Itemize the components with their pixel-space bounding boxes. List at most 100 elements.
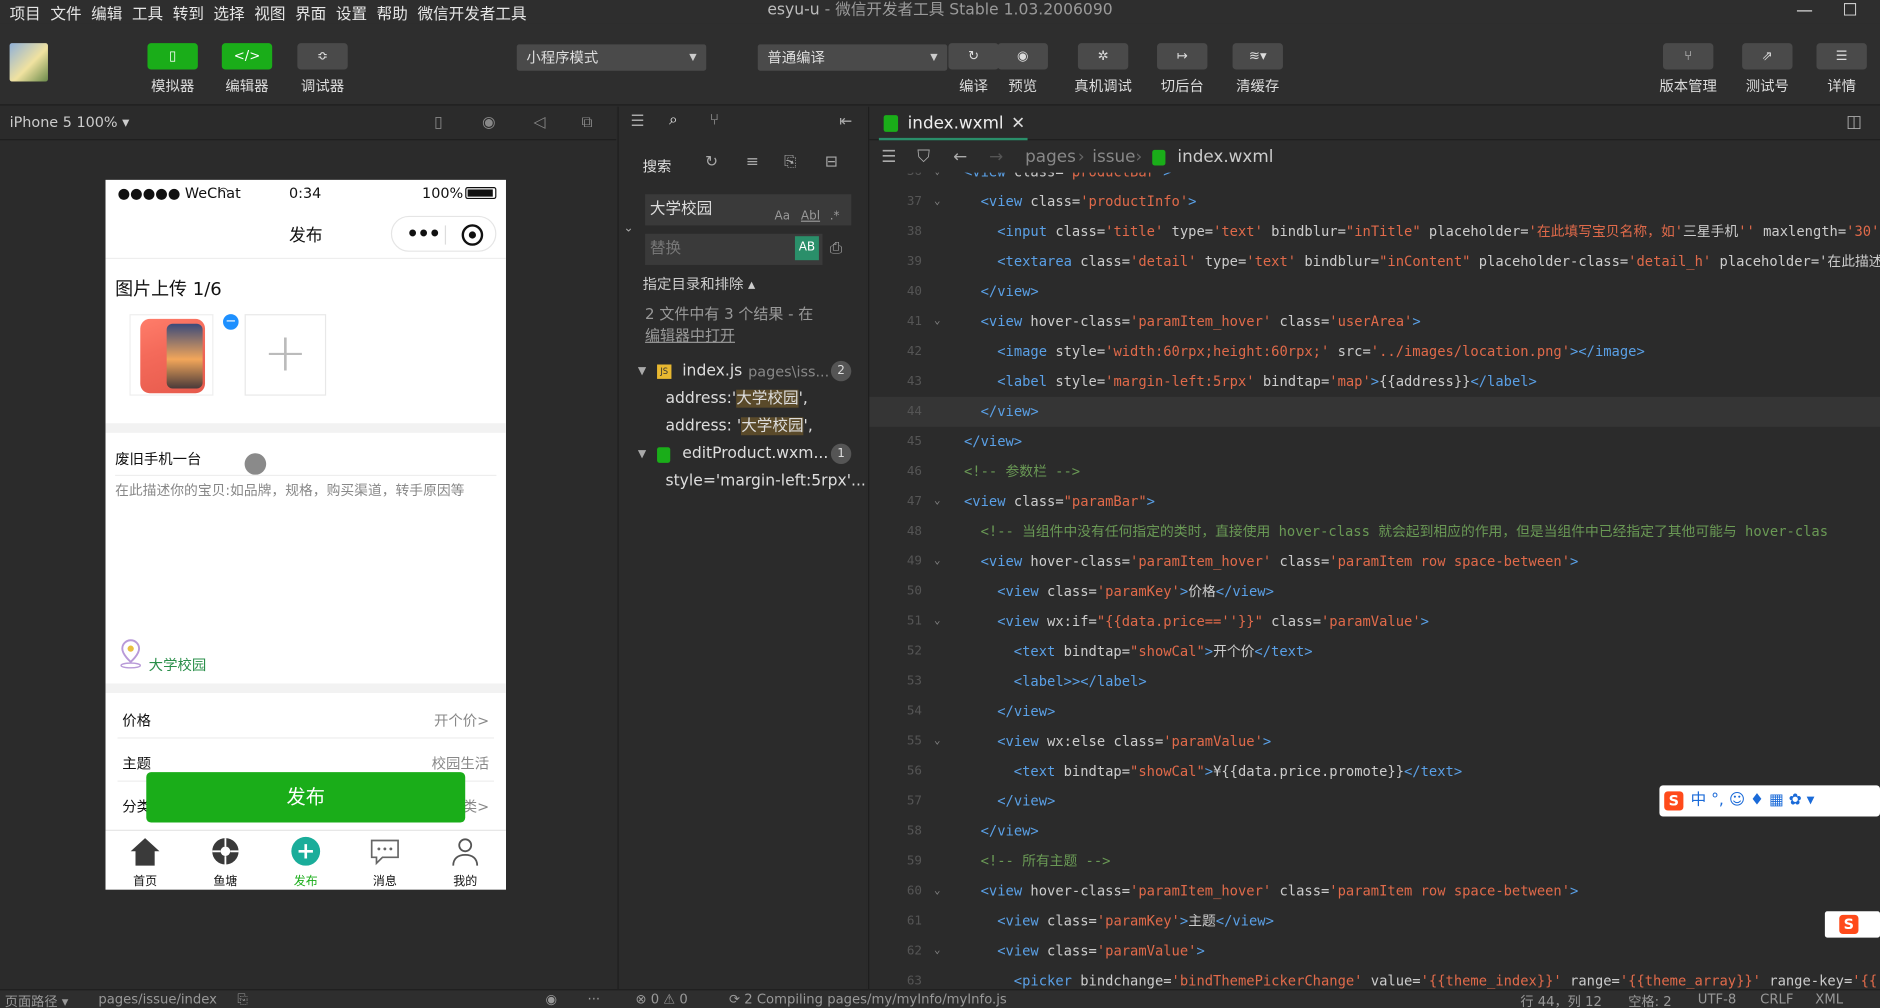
collapse-panel-icon[interactable]: ⇤ (839, 113, 852, 131)
back-icon[interactable]: ← (953, 141, 967, 172)
language-mode[interactable]: XML (1815, 992, 1843, 1008)
code-line[interactable]: 38 <input class='title' type='text' bind… (869, 217, 1880, 247)
location-icon[interactable] (118, 638, 144, 669)
code-line[interactable]: 52 <text bindtap="showCal">开个价</text> (869, 637, 1880, 667)
problems-indicator[interactable]: ⊗ 0 ⚠ 0 (635, 992, 687, 1008)
detach-icon[interactable]: ⧉ (582, 114, 593, 132)
encoding[interactable]: UTF-8 (1698, 992, 1736, 1008)
tab-mine[interactable]: 我的 (429, 836, 501, 888)
code-line[interactable]: 48 <!-- 当组件中没有任何指定的类时，直接使用 hover-class 就… (869, 517, 1880, 547)
open-in-editor-link[interactable]: 编辑器中打开 (645, 326, 735, 344)
line-ending[interactable]: CRLF (1760, 992, 1793, 1008)
menu-item[interactable]: 视图 (245, 1, 285, 23)
clear-cache-button[interactable]: ≋▾ 清缓存 (1229, 43, 1287, 96)
result-file-editproduct[interactable]: ▼ editProduct.wxm... 1 (619, 441, 868, 467)
menu-item[interactable]: 帮助 (367, 1, 408, 23)
category-value[interactable]: 类> (463, 796, 489, 816)
clear-results-icon[interactable]: ≡ (746, 153, 759, 171)
phone-icon[interactable]: ▯ (434, 114, 443, 132)
background-button[interactable]: ↦ 切后台 (1153, 43, 1211, 96)
code-line[interactable]: 61 <view class='paramKey'>主题</view> (869, 906, 1880, 936)
mode-select[interactable]: 小程序模式 ▼ (516, 44, 707, 71)
fold-icon[interactable]: ⌄ (934, 936, 941, 966)
menu-item[interactable]: 工具 (122, 1, 163, 23)
code-line[interactable]: 40 </view> (869, 277, 1880, 307)
collapse-all-icon[interactable]: ⊟ (825, 153, 838, 171)
match-line[interactable]: style='margin-left:5rpx'... (619, 469, 868, 495)
code-line[interactable]: 43 <label style='margin-left:5rpx' bindt… (869, 367, 1880, 397)
more-icon[interactable]: ··· (588, 992, 601, 1008)
remove-icon[interactable]: − (223, 314, 239, 330)
code-line[interactable]: 63 <picker bindchange='bindThemePickerCh… (869, 966, 1880, 989)
code-line[interactable]: 42 <image style='width:60rpx;height:60rp… (869, 337, 1880, 367)
code-line[interactable]: 56 <text bindtap="showCal">¥{{data.price… (869, 757, 1880, 787)
ime-mini-bar[interactable]: S (1824, 911, 1880, 938)
fold-icon[interactable]: ⌄ (934, 727, 941, 757)
fold-icon[interactable]: ⌄ (934, 876, 941, 906)
tab-home[interactable]: 首页 (109, 836, 181, 888)
fold-icon[interactable]: ⌄ (934, 607, 941, 637)
fold-icon[interactable]: ⌄ (934, 487, 941, 517)
price-row[interactable]: 价格 开个价> (106, 695, 506, 739)
code-line[interactable]: 54 </view> (869, 697, 1880, 727)
match-line[interactable]: address:'大学校园', (619, 386, 868, 412)
version-button[interactable]: ⑂ 版本管理 (1655, 43, 1722, 96)
minimize-icon[interactable]: — (1787, 0, 1823, 24)
crumb-file[interactable]: index.wxml (1177, 141, 1273, 172)
capsule-menu[interactable]: ••• (390, 215, 497, 252)
tab-messages[interactable]: 消息 (349, 836, 421, 888)
code-line[interactable]: 37 ⌄ <view class='productInfo'> (869, 187, 1880, 217)
code-line[interactable]: 60 ⌄ <view hover-class='paramItem_hover' … (869, 876, 1880, 906)
fold-icon[interactable]: ⌄ (934, 187, 941, 217)
menu-item[interactable]: 微信开发者工具 (408, 1, 526, 23)
replace-all-icon[interactable]: ⎙ (830, 240, 842, 258)
test-id-button[interactable]: ⇗ 测试号 (1739, 43, 1797, 96)
code-line[interactable]: 41 ⌄ <view hover-class='paramItem_hover' … (869, 307, 1880, 337)
code-line[interactable]: 58 </view> (869, 817, 1880, 847)
code-line[interactable]: 55 ⌄ <view wx:else class='paramValue'> (869, 727, 1880, 757)
search-input[interactable]: 大学校园 Aa Abl .* (645, 194, 852, 226)
whole-word-toggle[interactable]: Abl (801, 201, 820, 232)
record-icon[interactable]: ◉ (482, 114, 496, 132)
filter-toggle[interactable]: 指定目录和排除 ▴ (643, 273, 756, 293)
code-line[interactable]: 59 <!-- 所有主题 --> (869, 846, 1880, 876)
location-label[interactable]: 大学校园 (149, 655, 207, 675)
editor-button[interactable]: </> 编辑器 (218, 43, 276, 96)
search-icon[interactable]: ⌕ (669, 112, 678, 130)
branch-icon[interactable]: ⑂ (710, 112, 719, 130)
tab-index-wxml[interactable]: index.wxml ✕ (878, 107, 1028, 141)
maximize-icon[interactable]: ☐ (1832, 0, 1868, 24)
code-line[interactable]: 53 <label>></label> (869, 667, 1880, 697)
close-icon[interactable]: ✕ (1011, 107, 1025, 141)
menu-item[interactable]: 选择 (204, 1, 245, 23)
fold-icon[interactable]: ⌄ (934, 547, 941, 577)
match-line[interactable]: address: '大学校园', (619, 414, 868, 440)
refresh-icon[interactable]: ↻ (705, 153, 718, 171)
code-line[interactable]: 45 </view> (869, 427, 1880, 457)
ime-toolbar[interactable]: S 中 °, ☺ ♦ ▦ ✿ ▾ (1659, 785, 1880, 817)
code-area[interactable]: 36 ⌄ <view class='productBar'> 37 ⌄ <view cl… (869, 173, 1880, 989)
real-debug-button[interactable]: ✲ 真机调试 (1074, 43, 1132, 96)
result-file-index-js[interactable]: ▼ JS index.js pages\iss... 2 (619, 359, 868, 385)
publish-button[interactable]: 发布 (146, 772, 466, 823)
bookmark-icon[interactable]: ⛉ (917, 141, 930, 172)
outline-icon[interactable]: ☰ (881, 141, 896, 172)
code-line[interactable]: 44 </view> (869, 396, 1880, 427)
split-editor-icon[interactable]: ◫ (1846, 113, 1862, 132)
explorer-icon[interactable]: ☰ (631, 113, 645, 131)
code-line[interactable]: 47 ⌄ <view class="paramBar"> (869, 487, 1880, 517)
preserve-case-toggle[interactable]: AB (794, 236, 819, 261)
fold-icon[interactable]: ⌄ (934, 173, 941, 187)
crumb-pages[interactable]: pages (1025, 141, 1076, 172)
ime-controls[interactable]: 中 °, ☺ ♦ ▦ ✿ ▾ (1691, 785, 1815, 816)
device-select[interactable]: iPhone 5 100% ▾ (10, 114, 130, 131)
code-line[interactable]: 62 ⌄ <view class='paramValue'> (869, 936, 1880, 966)
copy-icon[interactable]: ⎘ (237, 992, 248, 1008)
code-line[interactable]: 36 ⌄ <view class='productBar'> (869, 173, 1880, 187)
debugger-button[interactable]: ≎ 调试器 (294, 43, 352, 96)
menu-item[interactable]: 项目 (0, 1, 41, 23)
match-case-toggle[interactable]: Aa (775, 201, 791, 232)
crumb-issue[interactable]: issue (1092, 141, 1135, 172)
code-line[interactable]: 51 ⌄ <view wx:if="{{data.price==''}}" cla… (869, 607, 1880, 637)
tab-publish[interactable]: 发布 (270, 836, 342, 888)
